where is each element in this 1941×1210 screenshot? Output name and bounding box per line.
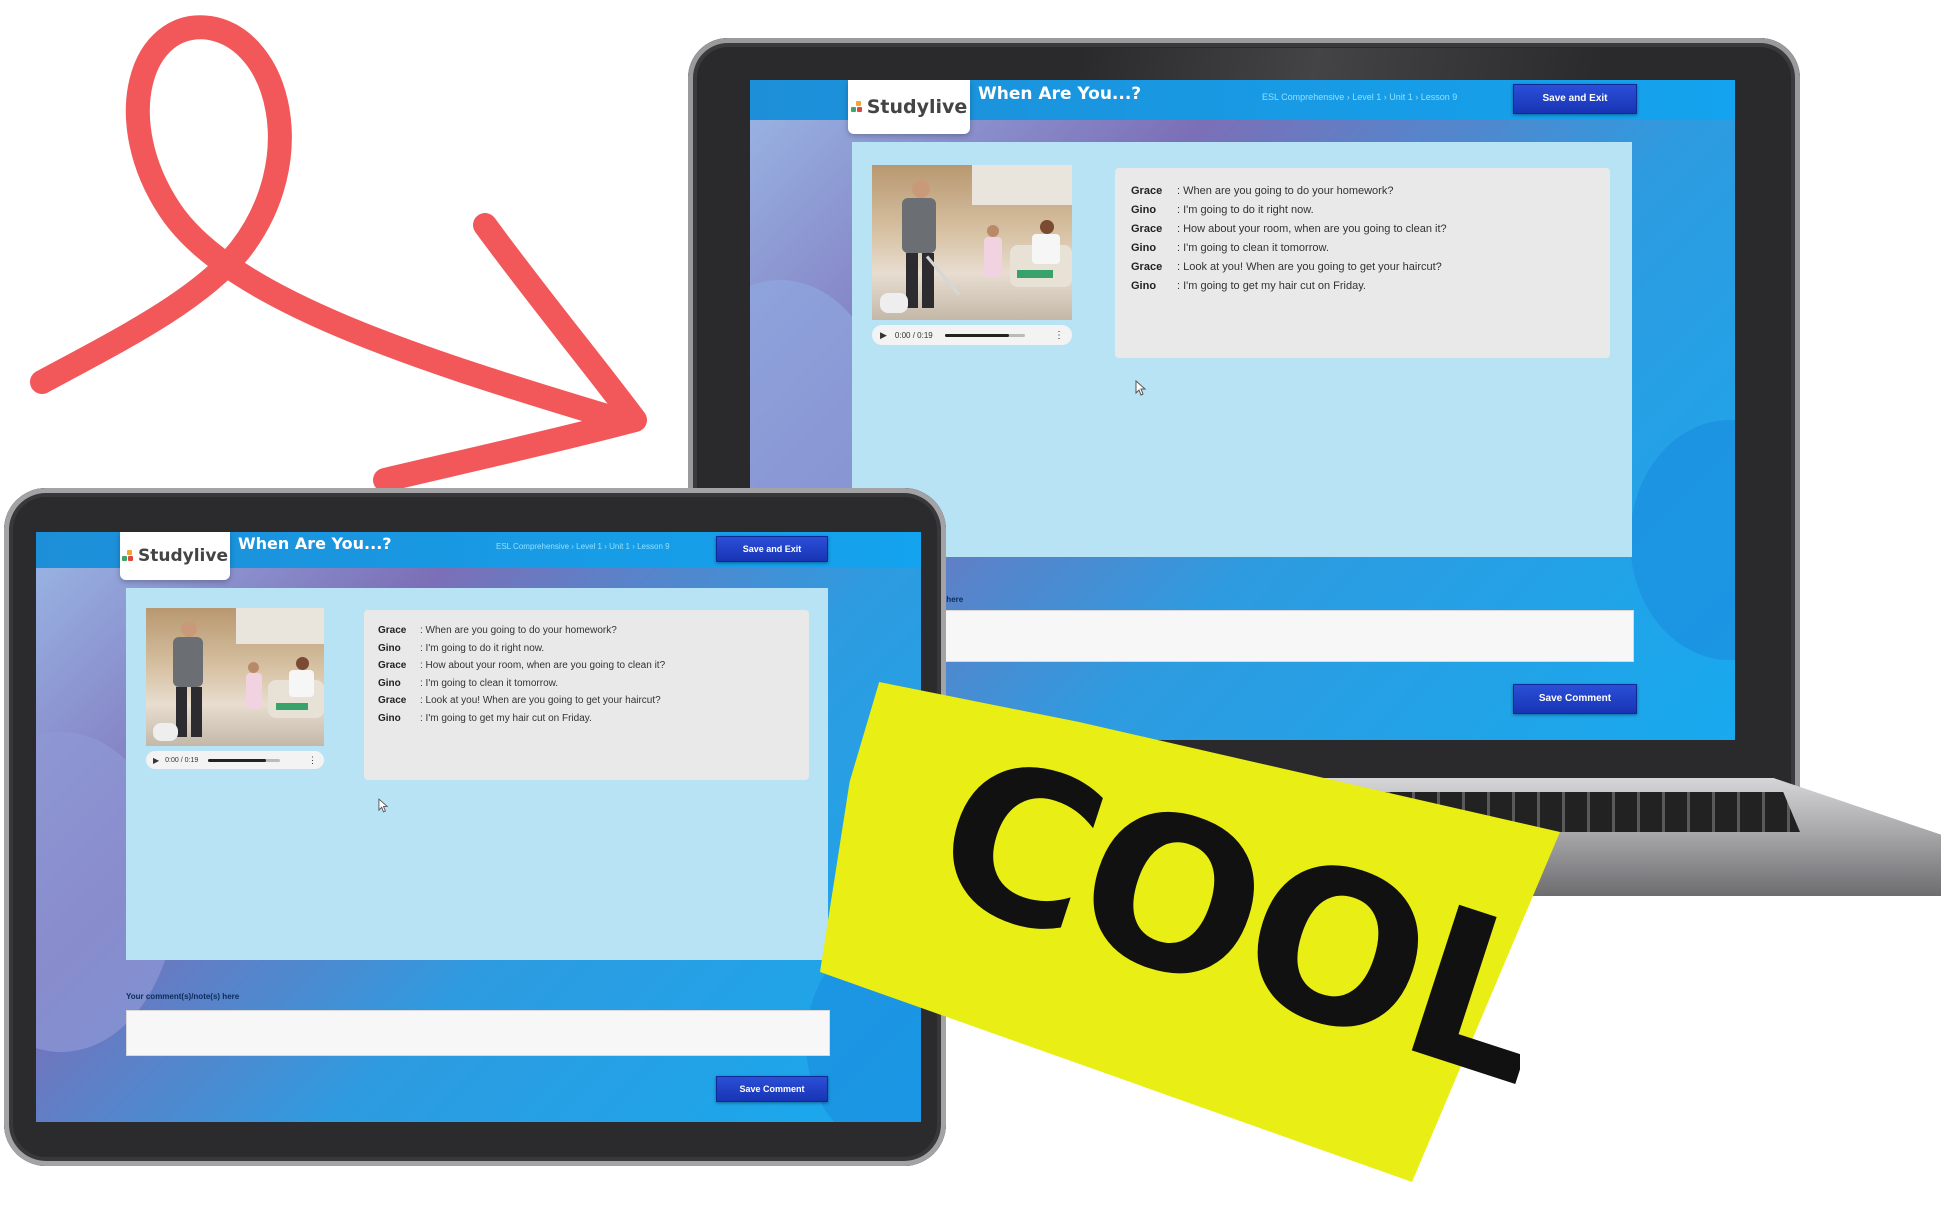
dialogue-line: Gino : I'm going to clean it tomorrow. <box>378 675 795 693</box>
dialogue-line: Grace : Look at you! When are you going t… <box>378 692 795 710</box>
dialogue-line: Grace : When are you going to do your hom… <box>378 622 795 640</box>
dialogue-speaker: Grace <box>1131 261 1163 273</box>
audio-progress-bar[interactable] <box>208 758 281 762</box>
dialogue-line: Gino : I'm going to do it right now. <box>1131 201 1594 220</box>
dialogue-speaker: Gino <box>378 712 401 724</box>
save-comment-button[interactable]: Save Comment <box>716 1076 828 1102</box>
media-player: ▶ 0:00 / 0:19 ⋮ <box>146 608 324 769</box>
dialogue-line: Grace : Look at you! When are you going t… <box>1131 258 1594 277</box>
dialogue-text: : I'm going to get my hair cut on Friday… <box>1177 280 1366 292</box>
audio-player[interactable]: ▶ 0:00 / 0:19 ⋮ <box>872 325 1072 345</box>
save-and-exit-button[interactable]: Save and Exit <box>1513 84 1637 114</box>
lesson-photo <box>146 608 324 746</box>
dialogue-text: : Look at you! When are you going to get… <box>1177 261 1442 273</box>
play-icon[interactable]: ▶ <box>153 756 159 765</box>
sticker-text: COOL <box>909 760 1520 1132</box>
dialogue-speaker: Grace <box>378 625 407 636</box>
lesson-photo <box>872 165 1072 320</box>
dialogue-line: Gino : I'm going to get my hair cut on Fr… <box>378 710 795 728</box>
dialogue-text: : Look at you! When are you going to get… <box>420 695 661 706</box>
studylive-logo[interactable]: Studylive <box>848 80 970 134</box>
dialogue-speaker: Grace <box>378 695 407 706</box>
dialogue-speaker: Gino <box>1131 280 1157 292</box>
audio-time: 0:00 / 0:19 <box>165 756 199 764</box>
dialogue-text: : I'm going to get my hair cut on Friday… <box>420 712 592 724</box>
cool-sticker-lettering: COOL <box>909 760 1520 1132</box>
dialogue-text: : How about your room, when are you goin… <box>420 660 666 671</box>
audio-progress-fill <box>944 333 1009 337</box>
dialogue-speaker: Grace <box>1131 185 1163 197</box>
media-player: ▶ 0:00 / 0:19 ⋮ <box>872 165 1072 345</box>
breadcrumb[interactable]: ESL Comprehensive › Level 1 › Unit 1 › L… <box>496 542 670 551</box>
dialogue-text: : When are you going to do your homework… <box>1177 185 1394 197</box>
lesson-title: When Are You...? <box>978 84 1142 104</box>
dialogue-text: : I'm going to do it right now. <box>1177 204 1314 216</box>
logo-text: Studylive <box>138 546 228 566</box>
dialogue-text: : I'm going to clean it tomorrow. <box>420 677 559 689</box>
mouse-cursor-icon <box>378 798 389 813</box>
dialogue-text: : When are you going to do your homework… <box>420 625 617 636</box>
audio-progress-bar[interactable] <box>944 333 1025 337</box>
dialogue-line: Grace : When are you going to do your hom… <box>1131 182 1594 201</box>
dialogue-speaker: Grace <box>378 660 407 671</box>
play-icon[interactable]: ▶ <box>880 330 887 341</box>
dialogue-panel: Grace : When are you going to do your hom… <box>364 610 809 780</box>
comment-label: Your comment(s)/note(s) here <box>126 992 240 1001</box>
dialogue-lines: Grace : When are you going to do your hom… <box>378 622 795 727</box>
curly-arrow-icon <box>30 15 647 492</box>
logo-mark-icon <box>122 550 134 562</box>
dialogue-lines: Grace : When are you going to do your hom… <box>1131 182 1594 296</box>
comment-input[interactable] <box>852 610 1634 662</box>
dialogue-speaker: Gino <box>1131 242 1157 254</box>
dialogue-line: Gino : I'm going to get my hair cut on Fr… <box>1131 277 1594 296</box>
save-comment-button[interactable]: Save Comment <box>1513 684 1637 714</box>
more-options-icon[interactable]: ⋮ <box>308 755 317 766</box>
dialogue-text: : How about your room, when are you goin… <box>1177 223 1447 235</box>
dialogue-line: Grace : How about your room, when are you… <box>378 657 795 675</box>
dialogue-line: Gino : I'm going to clean it tomorrow. <box>1131 239 1594 258</box>
mouse-cursor-icon <box>1135 380 1147 396</box>
audio-progress-fill <box>208 758 266 762</box>
comment-input[interactable] <box>126 1010 830 1056</box>
dialogue-panel: Grace : When are you going to do your hom… <box>1115 168 1610 358</box>
studylive-logo[interactable]: Studylive <box>120 532 230 580</box>
breadcrumb[interactable]: ESL Comprehensive › Level 1 › Unit 1 › L… <box>1262 92 1457 102</box>
logo-mark-icon <box>850 101 863 113</box>
audio-time: 0:00 / 0:19 <box>894 330 933 340</box>
dialogue-line: Grace : How about your room, when are you… <box>1131 220 1594 239</box>
audio-player[interactable]: ▶ 0:00 / 0:19 ⋮ <box>146 751 324 769</box>
dialogue-text: : I'm going to do it right now. <box>420 642 545 654</box>
save-and-exit-button[interactable]: Save and Exit <box>716 536 828 562</box>
dialogue-speaker: Gino <box>378 677 401 689</box>
dialogue-line: Gino : I'm going to do it right now. <box>378 640 795 658</box>
tablet-screen: Studylive When Are You...? ESL Comprehen… <box>36 532 921 1122</box>
logo-text: Studylive <box>866 96 968 118</box>
dialogue-speaker: Gino <box>1131 204 1157 216</box>
dialogue-text: : I'm going to clean it tomorrow. <box>1177 242 1329 254</box>
dialogue-speaker: Gino <box>378 642 401 654</box>
lesson-title: When Are You...? <box>238 534 392 553</box>
more-options-icon[interactable]: ⋮ <box>1054 330 1064 341</box>
dialogue-speaker: Grace <box>1131 223 1163 235</box>
